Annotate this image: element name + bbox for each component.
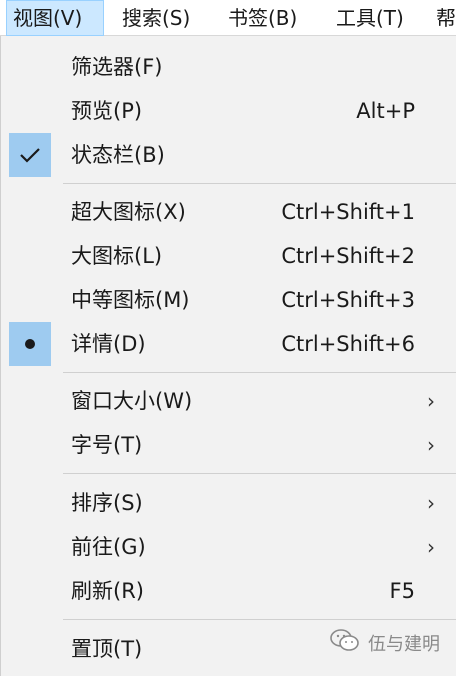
menu-item-label: 筛选器(F) bbox=[71, 55, 163, 79]
menu-item-label: 窗口大小(W) bbox=[71, 389, 193, 413]
menu-separator bbox=[63, 619, 456, 620]
menu-bar: 视图(V) 搜索(S) 书签(B) 工具(T) 帮 bbox=[0, 0, 456, 36]
menu-item-shortcut: Ctrl+Shift+6 bbox=[281, 332, 415, 356]
menu-item-shortcut: F5 bbox=[389, 579, 415, 603]
menu-separator bbox=[63, 372, 456, 373]
menu-item-extra-large-icons[interactable]: 超大图标(X) Ctrl+Shift+1 bbox=[1, 190, 456, 234]
menu-item-large-icons[interactable]: 大图标(L) Ctrl+Shift+2 bbox=[1, 234, 456, 278]
menu-item-label: 详情(D) bbox=[71, 332, 146, 356]
menu-item-shortcut: Ctrl+Shift+1 bbox=[281, 200, 415, 224]
menu-item-shortcut: Ctrl+Shift+3 bbox=[281, 288, 415, 312]
menu-item-shortcut: Ctrl+Shift+2 bbox=[281, 244, 415, 268]
menu-separator bbox=[63, 183, 456, 184]
checkmark-icon bbox=[9, 133, 51, 177]
chevron-right-icon: › bbox=[427, 535, 435, 559]
watermark: 伍与建明 bbox=[330, 628, 440, 657]
menu-item-preview[interactable]: 预览(P) Alt+P bbox=[1, 89, 456, 133]
menu-item-label: 置顶(T) bbox=[71, 637, 143, 661]
menu-item-filter[interactable]: 筛选器(F) bbox=[1, 45, 456, 89]
menu-item-sort[interactable]: 排序(S) › bbox=[1, 481, 456, 525]
wechat-icon bbox=[330, 628, 360, 657]
menu-item-label: 字号(T) bbox=[71, 433, 143, 457]
menu-item-statusbar[interactable]: 状态栏(B) bbox=[1, 133, 456, 177]
menu-item-label: 排序(S) bbox=[71, 491, 143, 515]
menu-item-refresh[interactable]: 刷新(R) F5 bbox=[1, 569, 456, 613]
menu-view[interactable]: 视图(V) bbox=[6, 0, 104, 36]
menu-item-medium-icons[interactable]: 中等图标(M) Ctrl+Shift+3 bbox=[1, 278, 456, 322]
menu-item-label: 大图标(L) bbox=[71, 244, 163, 268]
menu-item-label: 中等图标(M) bbox=[71, 288, 190, 312]
menu-item-font-size[interactable]: 字号(T) › bbox=[1, 423, 456, 467]
menu-item-shortcut: Alt+P bbox=[356, 99, 415, 123]
menu-bookmarks[interactable]: 书签(B) bbox=[228, 0, 297, 36]
view-dropdown-menu: 筛选器(F) 预览(P) Alt+P 状态栏(B) 超大图标(X) Ctrl+S… bbox=[0, 36, 456, 676]
menu-search[interactable]: 搜索(S) bbox=[122, 0, 190, 36]
chevron-right-icon: › bbox=[427, 433, 435, 457]
menu-item-label: 前往(G) bbox=[71, 535, 146, 559]
radio-bullet-icon bbox=[9, 322, 51, 366]
menu-tools[interactable]: 工具(T) bbox=[336, 0, 404, 36]
menu-item-go-to[interactable]: 前往(G) › bbox=[1, 525, 456, 569]
watermark-text: 伍与建明 bbox=[368, 633, 440, 655]
menu-item-label: 预览(P) bbox=[71, 99, 143, 123]
menu-help[interactable]: 帮 bbox=[436, 0, 456, 36]
menu-item-label: 状态栏(B) bbox=[71, 143, 165, 167]
chevron-right-icon: › bbox=[427, 491, 435, 515]
menu-separator bbox=[63, 473, 456, 474]
menu-item-label: 刷新(R) bbox=[71, 579, 144, 603]
menu-item-window-size[interactable]: 窗口大小(W) › bbox=[1, 379, 456, 423]
chevron-right-icon: › bbox=[427, 389, 435, 413]
menu-item-details[interactable]: 详情(D) Ctrl+Shift+6 bbox=[1, 322, 456, 366]
menu-item-label: 超大图标(X) bbox=[71, 200, 186, 224]
